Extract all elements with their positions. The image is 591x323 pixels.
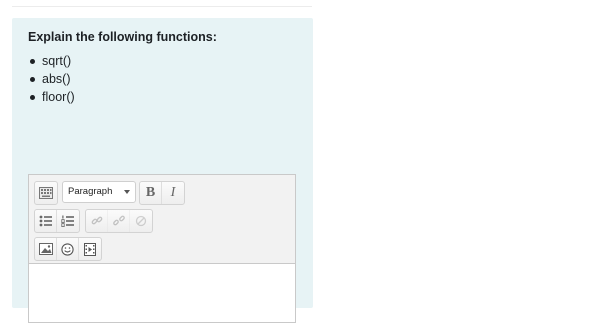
link-group: [85, 209, 153, 233]
image-button[interactable]: [35, 238, 57, 260]
function-item: abs(): [28, 70, 75, 88]
question-panel: Explain the following functions: sqrt() …: [12, 18, 313, 323]
function-item: floor(): [28, 88, 75, 106]
emoticon-button[interactable]: [57, 238, 79, 260]
unlink-icon: [112, 215, 125, 226]
answer-editor: Paragraph B I: [28, 174, 296, 323]
editor-content-area[interactable]: [28, 263, 296, 323]
editor-toolbar: Paragraph B I: [29, 175, 295, 263]
function-list: sqrt() abs() floor(): [28, 52, 75, 106]
bold-button[interactable]: B: [140, 182, 162, 204]
toolbar-toggle-icon[interactable]: [35, 182, 57, 204]
insert-group: [34, 237, 102, 261]
previous-panel-edge: [12, 0, 312, 7]
list-group: [34, 209, 80, 233]
unordered-list-icon: [39, 215, 52, 227]
unlink-button[interactable]: [108, 210, 130, 232]
italic-icon: I: [170, 185, 176, 200]
italic-button[interactable]: I: [162, 182, 184, 204]
link-button[interactable]: [86, 210, 108, 232]
emoticon-icon: [61, 242, 74, 256]
disabled-button[interactable]: [130, 210, 152, 232]
ordered-list-button[interactable]: [57, 210, 79, 232]
toolbar-toggle-group: [34, 181, 58, 205]
chevron-down-icon: [124, 190, 130, 194]
disabled-icon: [135, 215, 147, 227]
bold-icon: B: [145, 185, 156, 200]
image-icon: [38, 243, 53, 255]
unordered-list-button[interactable]: [35, 210, 57, 232]
format-select[interactable]: Paragraph: [62, 181, 136, 203]
link-icon: [91, 216, 102, 225]
format-select-value: Paragraph: [68, 186, 113, 197]
media-button[interactable]: [79, 238, 101, 260]
function-item: sqrt(): [28, 52, 75, 70]
ordered-list-icon: [61, 215, 74, 227]
question-prompt: Explain the following functions:: [28, 30, 217, 44]
text-style-group: B I: [139, 181, 185, 205]
media-icon: [84, 242, 96, 256]
